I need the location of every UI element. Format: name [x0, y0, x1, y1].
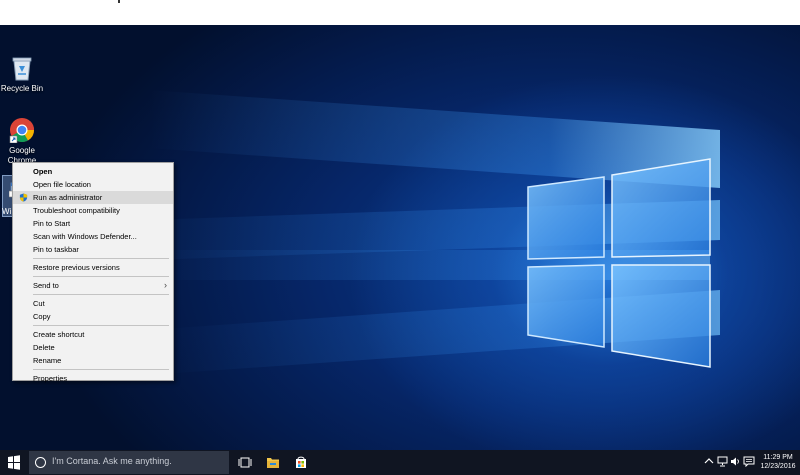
search-placeholder: I'm Cortana. Ask me anything.: [52, 456, 172, 466]
menu-separator: [33, 258, 169, 259]
menu-item-copy[interactable]: Copy: [13, 310, 173, 323]
show-hidden-icons-button[interactable]: [704, 457, 714, 475]
menu-item-troubleshoot-compatibility[interactable]: Troubleshoot compatibility: [13, 204, 173, 217]
menu-item-pin-to-taskbar[interactable]: Pin to taskbar: [13, 243, 173, 256]
network-icon: [717, 456, 728, 467]
volume-icon: [731, 457, 739, 466]
store-icon: [296, 456, 306, 468]
menu-item-delete[interactable]: Delete: [13, 341, 173, 354]
menu-item-pin-to-start[interactable]: Pin to Start: [13, 217, 173, 230]
task-view-button[interactable]: [231, 450, 259, 475]
context-menu: Open Open file location Run as administr…: [12, 162, 174, 383]
chrome-icon: [9, 118, 35, 143]
recycle-bin-label: Recycle Bin: [0, 84, 44, 93]
windows-start-icon: [8, 455, 20, 470]
start-button[interactable]: [0, 450, 28, 475]
top-white-strip: [0, 0, 800, 25]
clock-date: 12/23/2016: [760, 463, 796, 470]
recycle-bin-desktop-icon[interactable]: Recycle Bin: [0, 55, 44, 94]
uac-shield-icon: [19, 193, 28, 202]
file-explorer-button[interactable]: [259, 450, 287, 475]
action-center-button[interactable]: [743, 456, 755, 475]
store-button[interactable]: [287, 450, 315, 475]
file-explorer-icon: [267, 458, 279, 468]
taskbar: I'm Cortana. Ask me anything. 11:29 PM 1…: [0, 450, 800, 475]
recycle-bin-icon: [12, 57, 32, 81]
chevron-right-icon: ›: [164, 280, 167, 290]
menu-item-send-to[interactable]: Send to ›: [13, 279, 173, 292]
chevron-up-icon: [704, 458, 714, 464]
clock-time: 11:29 PM: [763, 454, 793, 461]
network-button[interactable]: [717, 456, 728, 475]
google-chrome-desktop-icon[interactable]: Google Chrome: [0, 117, 44, 166]
selected-icon-label: Wi: [2, 207, 12, 216]
menu-item-open-file-location[interactable]: Open file location: [13, 178, 173, 191]
cortana-icon: [35, 457, 46, 468]
menu-separator: [33, 276, 169, 277]
menu-item-properties[interactable]: Properties: [13, 372, 173, 385]
task-view-icon: [238, 457, 252, 468]
menu-separator: [33, 369, 169, 370]
taskbar-clock[interactable]: 11:29 PM 12/23/2016: [758, 453, 798, 471]
menu-item-run-as-administrator[interactable]: Run as administrator: [13, 191, 173, 204]
menu-item-restore-previous-versions[interactable]: Restore previous versions: [13, 261, 173, 274]
menu-item-rename[interactable]: Rename: [13, 354, 173, 367]
menu-separator: [33, 325, 169, 326]
cortana-search-box[interactable]: I'm Cortana. Ask me anything.: [29, 451, 229, 474]
windows-wallpaper-logo: [527, 158, 711, 368]
menu-item-cut[interactable]: Cut: [13, 297, 173, 310]
cursor-mark: [118, 0, 120, 3]
menu-separator: [33, 294, 169, 295]
menu-item-create-shortcut[interactable]: Create shortcut: [13, 328, 173, 341]
menu-item-open[interactable]: Open: [13, 165, 173, 178]
volume-button[interactable]: [730, 456, 741, 475]
notification-icon: [743, 456, 755, 468]
menu-item-scan-with-windows-defender[interactable]: Scan with Windows Defender...: [13, 230, 173, 243]
